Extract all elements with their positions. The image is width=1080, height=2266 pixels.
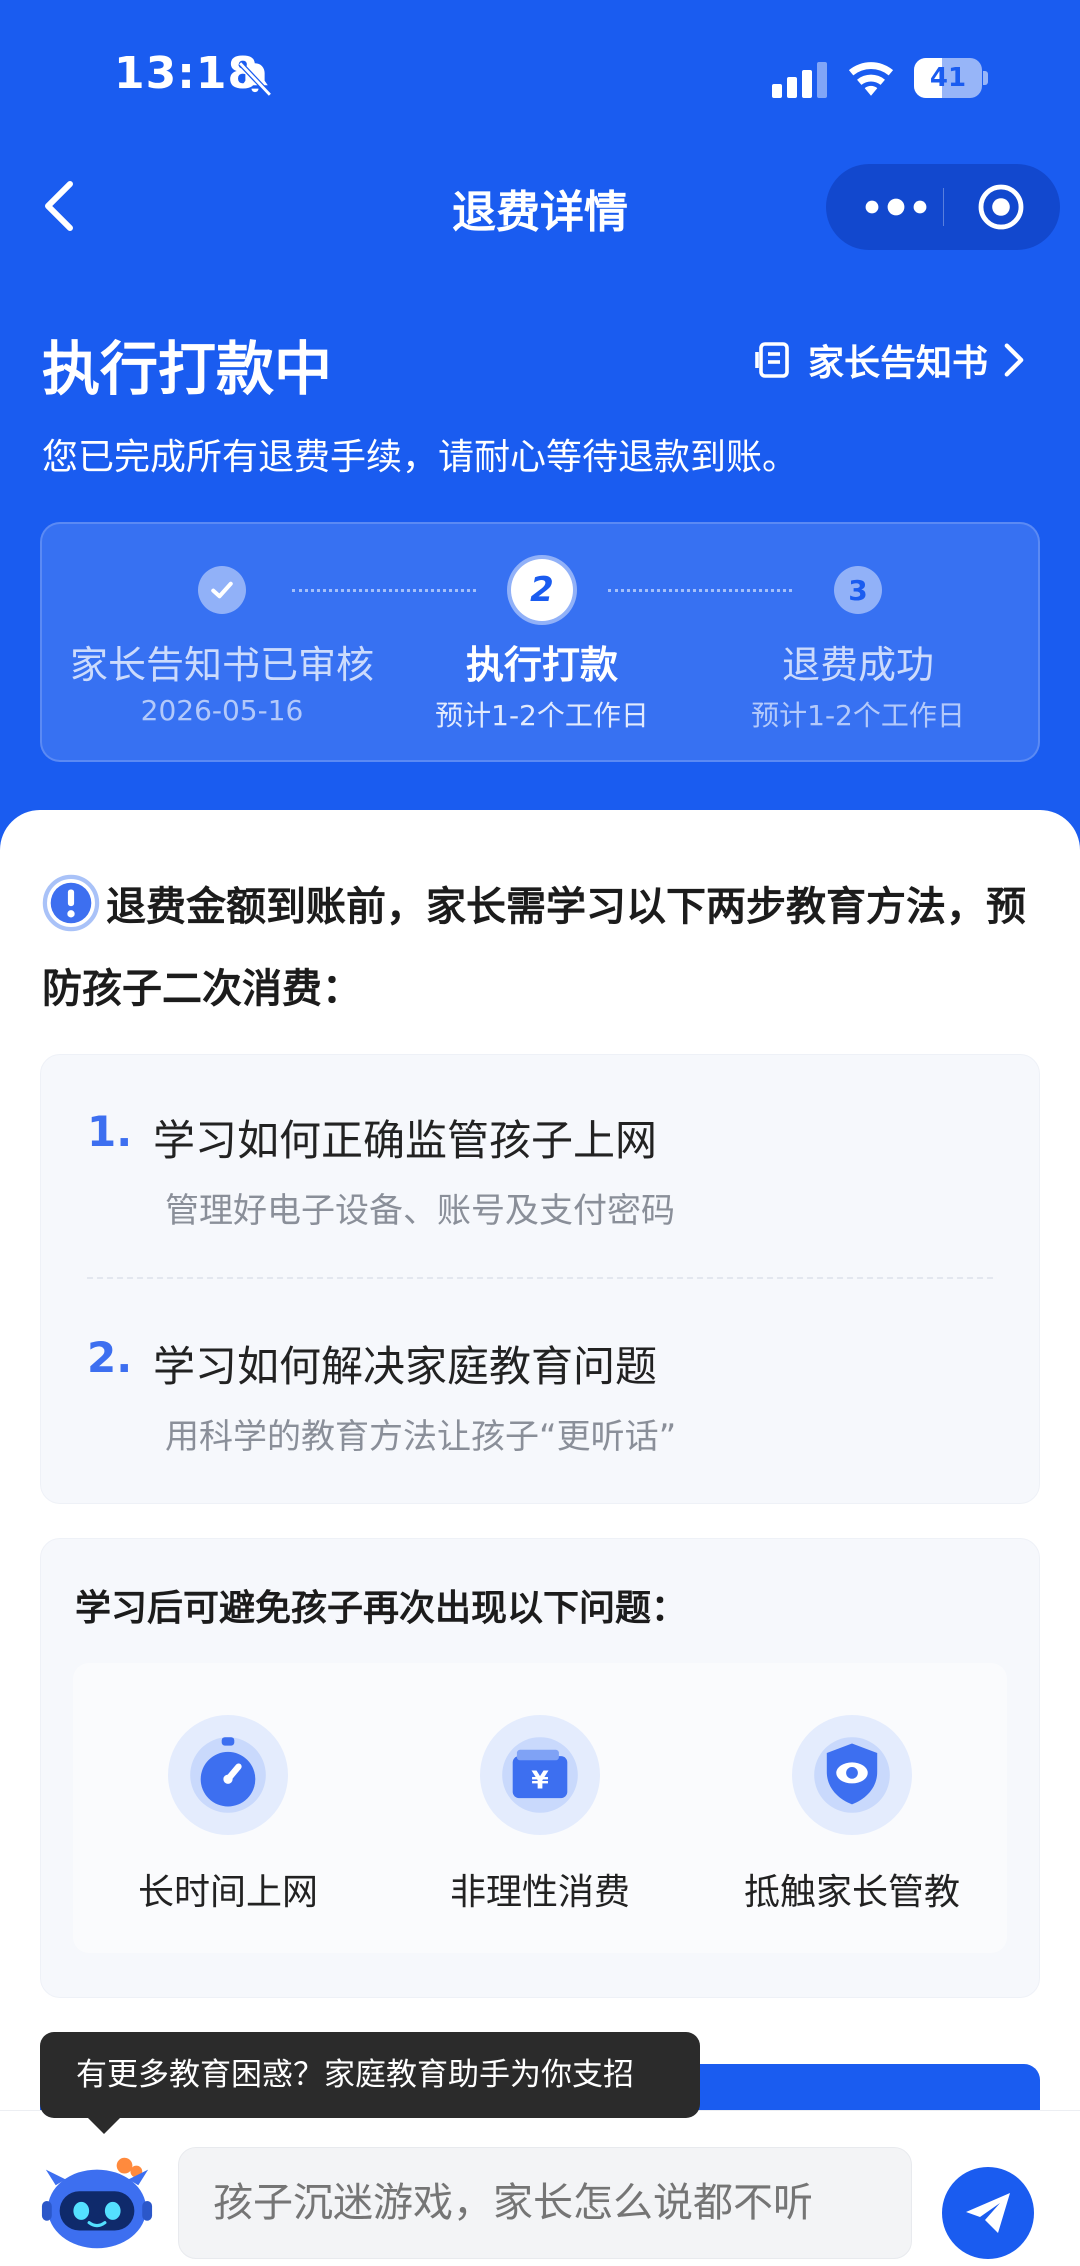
svg-text:¥: ¥ (531, 1766, 549, 1795)
capsule-divider (943, 188, 944, 226)
problem-item: ¥ 非理性消费 (385, 1663, 695, 1953)
send-icon (966, 2193, 1010, 2233)
step-label: 执行打款 (465, 643, 618, 687)
parent-notice-link[interactable]: 家长告知书 (754, 336, 1026, 384)
bell-muted-icon (238, 61, 272, 97)
exclamation-icon (42, 874, 100, 932)
problems-title: 学习后可避免孩子再次出现以下问题： (75, 1588, 688, 1629)
education-warning: 退费金额到账前，家长需学习以下两步教育方法，预防孩子二次消费： (42, 866, 1042, 1030)
progress-steps: 家长告知书已审核 2026-05-16 2 执行打款 预计1-2个工作日 3 退… (40, 522, 1040, 762)
step-estimate: 预计1-2个工作日 (435, 699, 649, 732)
step-number: 2 (511, 559, 573, 621)
step-label: 家长告知书已审核 (69, 643, 374, 687)
refund-status-heading: 执行打款中 (42, 335, 333, 403)
battery-body: 41 (914, 58, 982, 98)
assistant-robot-avatar[interactable] (38, 2153, 156, 2253)
document-icon (755, 342, 789, 378)
problem-item: 长时间上网 (73, 1663, 383, 1953)
parent-notice-label: 家长告知书 (808, 343, 989, 384)
miniprogram-capsule (826, 164, 1060, 250)
battery-indicator: 41 (914, 58, 988, 98)
learn-item-title: 学习如何正确监管孩子上网 (153, 1116, 658, 1165)
learn-item-number: 1. (87, 1107, 133, 1156)
wifi-icon (848, 62, 894, 96)
learn-item-subtitle: 管理好电子设备、账号及支付密码 (165, 1191, 675, 1231)
status-description: 您已完成所有退费手续，请耐心等待退款到账。 (42, 437, 799, 478)
chat-bar (0, 2110, 1080, 2266)
signal-icon (772, 62, 827, 98)
divider (87, 1277, 993, 1279)
shield-eye-icon (792, 1715, 912, 1835)
wallet-yen-icon: ¥ (480, 1715, 600, 1835)
chat-input[interactable] (178, 2147, 912, 2259)
learn-item-subtitle: 用科学的教育方法让孩子“更听话” (165, 1417, 677, 1457)
warning-text: 退费金额到账前，家长需学习以下两步教育方法，预防孩子二次消费： (42, 884, 1026, 1012)
learn-item-title: 学习如何解决家庭教育问题 (153, 1342, 658, 1391)
problem-label: 非理性消费 (449, 1872, 630, 1913)
step-label: 退费成功 (781, 643, 934, 687)
avoidable-problems: 学习后可避免孩子再次出现以下问题： 长时间上网 ¥ 非理性消费 抵触家长管教 (40, 1538, 1040, 1998)
stopwatch-icon (168, 1715, 288, 1835)
chevron-right-icon (1004, 343, 1024, 377)
learn-item-number: 2. (87, 1333, 133, 1382)
step-number: 3 (834, 566, 882, 614)
send-button[interactable] (942, 2167, 1034, 2259)
step-payout: 2 执行打款 预计1-2个工作日 (382, 524, 702, 764)
learning-steps: 1. 学习如何正确监管孩子上网 管理好电子设备、账号及支付密码 2. 学习如何解… (40, 1054, 1040, 1504)
step-estimate: 预计1-2个工作日 (751, 699, 965, 732)
content-card: 退费金额到账前，家长需学习以下两步教育方法，预防孩子二次消费： 1. 学习如何正… (0, 810, 1080, 2184)
assistant-tooltip[interactable]: 有更多教育困惑？家庭教育助手为你支招 (40, 2032, 700, 2118)
problem-label: 长时间上网 (137, 1872, 318, 1913)
header-section: 13:18 41 退费详情 执行打款中 家长告知书 您已完成所有退费手续，请耐心… (0, 0, 1080, 860)
step-reviewed: 家长告知书已审核 2026-05-16 (62, 524, 382, 764)
problems-list: 长时间上网 ¥ 非理性消费 抵触家长管教 (73, 1663, 1007, 1953)
tooltip-arrow (88, 2118, 120, 2134)
battery-cap (983, 71, 988, 85)
close-miniprogram-icon[interactable] (976, 182, 1026, 232)
battery-level: 41 (929, 63, 967, 93)
more-icon[interactable] (856, 188, 936, 226)
problem-label: 抵触家长管教 (743, 1872, 960, 1913)
check-icon (198, 566, 246, 614)
step-date: 2026-05-16 (140, 694, 304, 727)
step-success: 3 退费成功 预计1-2个工作日 (698, 524, 1018, 764)
problem-item: 抵触家长管教 (697, 1663, 1007, 1953)
